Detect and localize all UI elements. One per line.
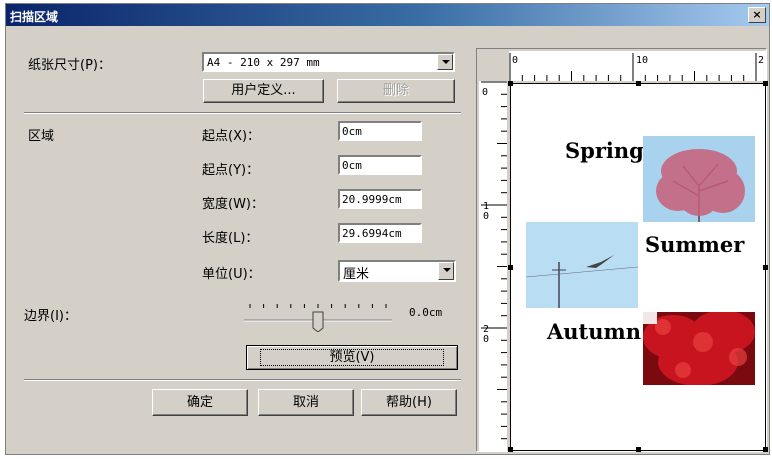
season-label-autumn: Autumn xyxy=(547,319,642,344)
unit-label: 单位(U)： xyxy=(202,267,261,282)
scan-area-dialog: 扫描区域 × 纸张尺寸(P)： A4 - 210 x 297 mm 用户定义..… xyxy=(5,3,770,455)
delete-button[interactable]: 删除 xyxy=(337,79,455,103)
width-label: 宽度(W)： xyxy=(202,197,264,212)
ruler-label-0: 0 xyxy=(512,55,518,66)
height-field[interactable]: 29.6994cm xyxy=(338,223,422,243)
slider-thumb[interactable] xyxy=(312,311,324,333)
unit-value: 厘米 xyxy=(343,267,370,282)
border-slider[interactable] xyxy=(242,298,394,333)
ruler-label-20: 2 xyxy=(758,55,764,66)
border-value: 0.0cm xyxy=(409,306,443,319)
preview-button-label: 预览(V) xyxy=(260,349,444,366)
preview-page[interactable]: Spring Summer Autumn xyxy=(508,81,768,452)
season-label-spring: Spring xyxy=(565,138,644,163)
ruler-label-10: 10 xyxy=(636,55,648,66)
vruler-label-char: 0 xyxy=(483,334,489,345)
area-label: 区域 xyxy=(28,129,55,144)
paper-size-select[interactable]: A4 - 210 x 297 mm xyxy=(202,52,455,72)
crop-handle-top-right[interactable] xyxy=(763,81,768,86)
crop-handle-top-left[interactable] xyxy=(508,81,513,86)
ok-button[interactable]: 确定 xyxy=(152,389,248,416)
start-x-field[interactable]: 0cm xyxy=(338,121,422,141)
dialog-title: 扫描区域 xyxy=(10,10,59,24)
start-x-label: 起点(X)： xyxy=(202,129,261,144)
title-bar[interactable]: 扫描区域 × xyxy=(6,4,769,26)
season-label-summer: Summer xyxy=(645,232,745,257)
crop-handle-left[interactable] xyxy=(508,265,513,270)
crop-handle-bottom-left[interactable] xyxy=(508,447,513,452)
summer-photo xyxy=(526,222,638,308)
vruler-label-char: 0 xyxy=(483,211,489,222)
chevron-down-icon[interactable] xyxy=(438,262,454,280)
crop-handle-right[interactable] xyxy=(763,265,768,270)
horizontal-ruler: 0 10 2 xyxy=(509,51,769,81)
paper-size-value: A4 - 210 x 297 mm xyxy=(207,56,320,69)
vruler-label-0: 0 xyxy=(482,87,488,98)
divider xyxy=(24,379,461,381)
spring-photo xyxy=(643,136,755,222)
crop-handle-bottom-right[interactable] xyxy=(763,447,768,452)
preview-pane: 0 10 2 0 1020 Spring Summer Autumn xyxy=(476,48,769,452)
preview-button[interactable]: 预览(V) xyxy=(246,345,458,370)
divider xyxy=(24,112,461,114)
slider-graphic xyxy=(244,304,392,333)
start-y-label: 起点(Y)： xyxy=(202,163,260,178)
border-label: 边界(I)： xyxy=(24,309,77,324)
paper-size-label: 纸张尺寸(P)： xyxy=(28,58,111,73)
cancel-button[interactable]: 取消 xyxy=(258,389,354,416)
autumn-photo xyxy=(643,312,755,385)
help-button[interactable]: 帮助(H) xyxy=(361,389,457,416)
close-button[interactable]: × xyxy=(748,7,766,23)
crop-handle-bottom[interactable] xyxy=(636,447,641,452)
unit-select[interactable]: 厘米 xyxy=(338,260,456,282)
start-y-field[interactable]: 0cm xyxy=(338,155,422,175)
custom-size-button[interactable]: 用户定义... xyxy=(203,79,324,103)
height-label: 长度(L)： xyxy=(202,231,259,246)
vertical-ruler: 0 1020 xyxy=(479,81,507,451)
crop-handle-top[interactable] xyxy=(636,81,641,86)
width-field[interactable]: 20.9999cm xyxy=(338,189,422,209)
chevron-down-icon[interactable] xyxy=(437,54,453,70)
